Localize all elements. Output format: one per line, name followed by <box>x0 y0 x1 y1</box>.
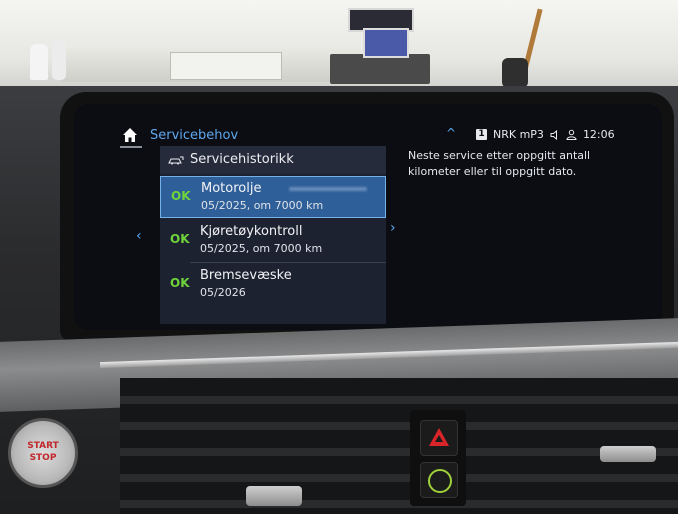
list-item-kjoretoykontroll[interactable]: OK Kjøretøykontroll 05/2025, om 7000 km <box>160 220 386 262</box>
stop-label: STOP <box>29 453 57 463</box>
panel-heading: Servicehistorikk <box>190 152 294 167</box>
start-label: START <box>27 441 59 451</box>
page-title: Servicebehov <box>150 128 239 143</box>
radio-station: NRK mP3 <box>493 128 544 141</box>
bottle <box>30 44 48 80</box>
info-text: Neste service etter oppgitt antall kilom… <box>408 149 591 178</box>
chevron-left-icon[interactable]: ‹ <box>136 228 142 244</box>
hazard-panel <box>410 410 466 506</box>
home-icon[interactable] <box>122 127 138 143</box>
status-bar: 1 NRK mP3 12:06 <box>476 128 615 141</box>
item-detail: 05/2025, om 7000 km <box>201 199 324 212</box>
hazard-icon-inner <box>435 435 443 442</box>
bottle <box>52 40 66 80</box>
lock-icon <box>428 469 452 493</box>
item-detail: 05/2025, om 7000 km <box>200 242 323 255</box>
hazard-button[interactable] <box>420 420 458 456</box>
vent-tab[interactable] <box>246 486 302 506</box>
chevron-up-icon[interactable]: ^ <box>446 126 456 140</box>
panel-header[interactable]: Servicehistorikk <box>160 146 386 174</box>
speaker-icon <box>550 129 557 140</box>
start-stop-button[interactable]: START STOP <box>8 418 78 488</box>
blurred-text <box>289 187 367 191</box>
vent-slat <box>120 500 678 508</box>
infotainment-screen: Servicebehov ^ 1 NRK mP3 12:06 ‹ Service… <box>74 104 662 330</box>
vent-slat <box>120 396 678 404</box>
monitor <box>363 28 409 58</box>
status-ok: OK <box>170 276 190 290</box>
status-ok: OK <box>170 232 190 246</box>
air-vents <box>120 378 678 514</box>
status-ok: OK <box>171 189 191 203</box>
item-name: Bremsevæske <box>200 268 292 283</box>
clock: 12:06 <box>582 128 615 141</box>
vent-tab[interactable] <box>600 446 656 462</box>
list-item-bremsevaeske[interactable]: OK Bremsevæske 05/2026 <box>160 264 386 306</box>
item-name: Motorolje <box>201 181 262 196</box>
bag <box>502 58 528 88</box>
vent-slat <box>120 474 678 482</box>
home-underline <box>120 146 142 148</box>
divider <box>190 262 386 263</box>
vent-slat <box>120 448 678 456</box>
idrive-ui: Servicebehov ^ 1 NRK mP3 12:06 ‹ Service… <box>74 104 662 330</box>
item-detail: 05/2026 <box>200 286 246 299</box>
chevron-right-icon[interactable]: › <box>390 220 396 236</box>
box <box>330 54 430 84</box>
background-room <box>0 0 678 100</box>
vent-slat <box>120 422 678 430</box>
lock-button[interactable] <box>420 462 458 498</box>
service-history-panel: Servicehistorikk OK Motorolje 05/2025, o… <box>160 146 386 324</box>
car-service-icon <box>168 156 184 165</box>
item-name: Kjøretøykontroll <box>200 224 303 239</box>
box <box>170 52 282 80</box>
photo-scene: Servicebehov ^ 1 NRK mP3 12:06 ‹ Service… <box>0 0 678 514</box>
list-item-motorolje[interactable]: OK Motorolje 05/2025, om 7000 km <box>160 176 386 218</box>
person-icon <box>566 129 577 140</box>
channel-badge: 1 <box>476 129 487 140</box>
